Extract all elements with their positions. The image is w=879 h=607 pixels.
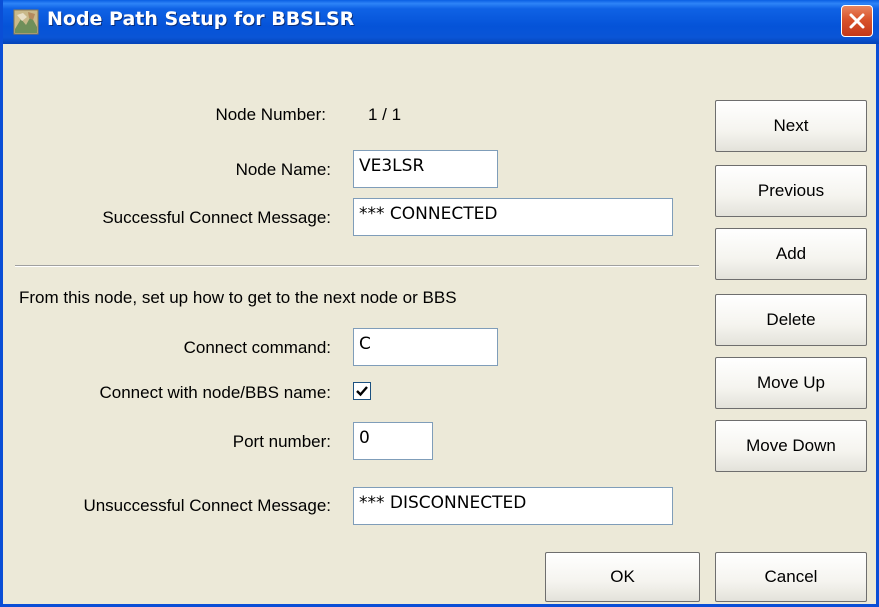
window-title: Node Path Setup for BBSLSR	[47, 8, 355, 30]
node-number-label: Node Number:	[215, 105, 326, 124]
connect-command-label: Connect command:	[183, 338, 331, 357]
section-divider	[15, 265, 699, 267]
title-bar[interactable]: Node Path Setup for BBSLSR	[3, 0, 879, 44]
success-msg-label: Successful Connect Message:	[102, 208, 331, 227]
port-number-label: Port number:	[232, 432, 331, 451]
unsuccess-msg-label: Unsuccessful Connect Message:	[83, 496, 331, 515]
node-name-label: Node Name:	[235, 160, 331, 179]
next-button[interactable]: Next	[715, 100, 867, 152]
connect-with-name-label: Connect with node/BBS name:	[99, 383, 331, 402]
ok-button[interactable]: OK	[545, 552, 700, 602]
unsuccess-msg-field[interactable]: *** DISCONNECTED	[353, 487, 673, 525]
connect-command-field[interactable]: C	[353, 328, 498, 366]
delete-button[interactable]: Delete	[715, 294, 867, 346]
previous-button[interactable]: Previous	[715, 165, 867, 217]
add-button[interactable]: Add	[715, 228, 867, 280]
close-button[interactable]	[841, 5, 873, 37]
instructions-text: From this node, set up how to get to the…	[19, 288, 457, 307]
node-path-dialog: Node Path Setup for BBSLSR Node Number: …	[0, 0, 879, 607]
success-msg-field[interactable]: *** CONNECTED	[353, 198, 673, 236]
app-icon	[13, 9, 39, 35]
connect-with-name-checkbox[interactable]	[353, 382, 371, 400]
node-name-field[interactable]: VE3LSR	[353, 150, 498, 188]
node-number-value: 1 / 1	[368, 105, 402, 124]
cancel-button[interactable]: Cancel	[715, 552, 867, 602]
port-number-field[interactable]: 0	[353, 422, 433, 460]
move-up-button[interactable]: Move Up	[715, 357, 867, 409]
move-down-button[interactable]: Move Down	[715, 420, 867, 472]
